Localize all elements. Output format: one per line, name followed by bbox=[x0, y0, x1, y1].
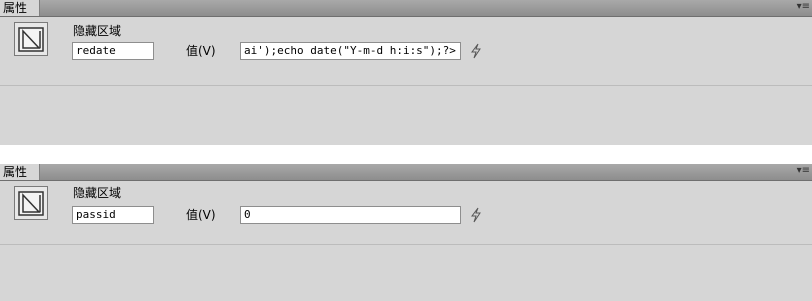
field-name-input[interactable]: redate bbox=[72, 42, 154, 60]
properties-panel-2: 属性 ▾≡ 隐藏区域 passid 值(V) 0 bbox=[0, 164, 812, 301]
lightning-bolt-icon[interactable] bbox=[468, 207, 484, 223]
value-input[interactable]: ai');echo date("Y-m-d h:i:s");?> bbox=[240, 42, 461, 60]
hidden-field-icon bbox=[14, 186, 48, 220]
field-name-input[interactable]: passid bbox=[72, 206, 154, 224]
value-label: 值(V) bbox=[186, 44, 216, 58]
panel-tab-properties[interactable]: 属性 bbox=[0, 164, 40, 180]
element-type-label: 隐藏区域 bbox=[73, 24, 122, 38]
value-input[interactable]: 0 bbox=[240, 206, 461, 224]
panel-titlebar[interactable]: 属性 ▾≡ bbox=[0, 0, 812, 17]
panel-titlebar[interactable]: 属性 ▾≡ bbox=[0, 164, 812, 181]
properties-panel-1: 属性 ▾≡ 隐藏区域 redate 值(V) ai');echo date("Y… bbox=[0, 0, 812, 145]
panel-tab-properties[interactable]: 属性 bbox=[0, 0, 40, 16]
panel-divider bbox=[0, 85, 812, 86]
value-label: 值(V) bbox=[186, 208, 216, 222]
options-menu-icon[interactable]: ▾≡ bbox=[796, 1, 810, 13]
options-menu-icon[interactable]: ▾≡ bbox=[796, 165, 810, 177]
hidden-field-icon bbox=[14, 22, 48, 56]
lightning-bolt-icon[interactable] bbox=[468, 43, 484, 59]
panel-divider bbox=[0, 244, 812, 245]
element-type-label: 隐藏区域 bbox=[73, 186, 122, 200]
